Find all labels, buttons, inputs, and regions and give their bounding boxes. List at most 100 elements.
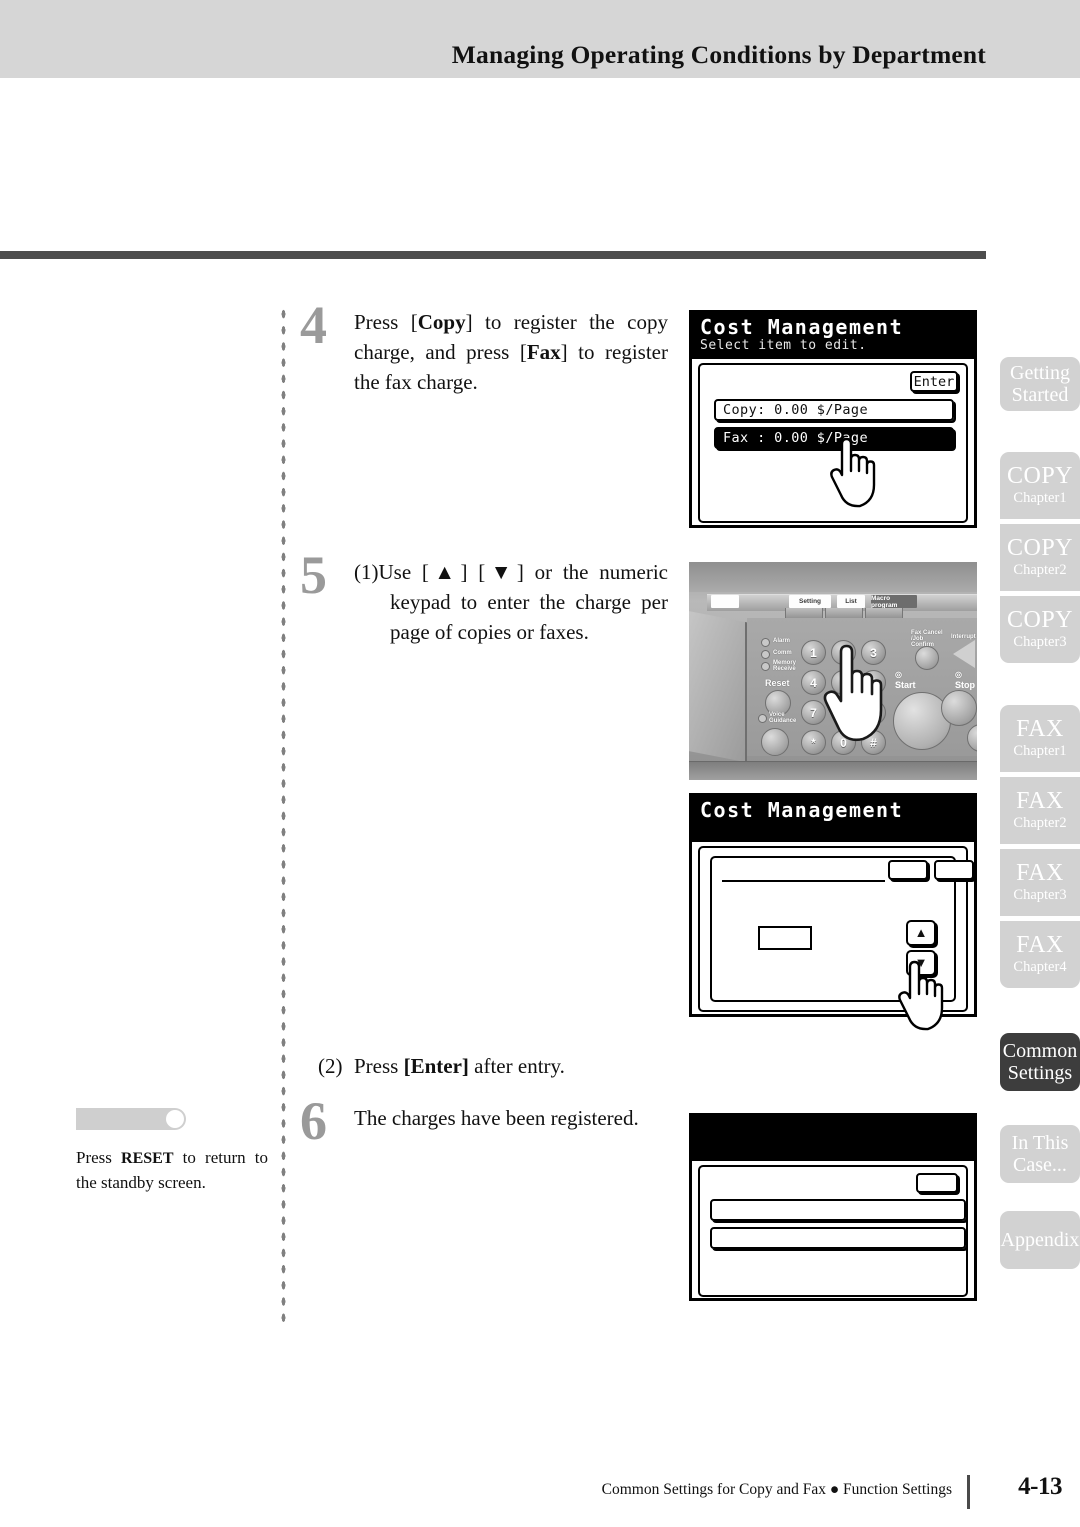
panel-softkey-setting[interactable]: Setting xyxy=(789,595,831,608)
step-4-run-0: Press [ xyxy=(354,310,418,334)
screen1-enter-button[interactable]: Enter xyxy=(910,371,958,392)
tab-fax-chapter2-line2: Chapter2 xyxy=(1013,815,1067,832)
step-5-number: 5 xyxy=(300,545,327,605)
panel-softkey-left-blank xyxy=(711,595,739,608)
screen2-underline xyxy=(722,880,885,882)
screen3-content-area xyxy=(698,1165,968,1297)
tab-in-this-case-line1: In This xyxy=(1011,1131,1069,1154)
panel-start-glyph-icon: ◎ xyxy=(895,670,902,679)
tab-common-settings-line1: Common xyxy=(1002,1039,1078,1062)
note-pill-icon xyxy=(76,1108,186,1130)
screen2-button-a[interactable] xyxy=(888,860,928,880)
page-title: Managing Operating Conditions by Departm… xyxy=(451,40,986,69)
footer-breadcrumb: Common Settings for Copy and Fax ● Funct… xyxy=(601,1481,952,1498)
tab-in-this-case-line2: Case... xyxy=(1013,1154,1067,1176)
step-5b-text: (2) Press [Enter] after entry. xyxy=(318,1054,565,1078)
step-5-substep-2: (2) Press [Enter] after entry. xyxy=(300,1052,668,1082)
hand-cursor-icon-arrows xyxy=(896,960,950,1032)
note-text: Press RESET to return to the standby scr… xyxy=(76,1146,268,1195)
tab-appendix-line1: Appendix xyxy=(1000,1228,1080,1251)
panel-led-alarm xyxy=(761,638,770,647)
tab-fax-chapter4[interactable]: FAX Chapter4 xyxy=(1000,921,1080,988)
step-5-body: Use [▲] [▼] or the numeric keypad to ent… xyxy=(378,560,669,644)
tab-fax-chapter4-line1: FAX xyxy=(1016,932,1064,959)
step-6-text: The charges have been registered. xyxy=(354,1106,639,1130)
step-4-text: Press [Copy] to register the copy charge… xyxy=(354,308,668,397)
tab-copy-chapter1[interactable]: COPY Chapter1 xyxy=(1000,452,1080,519)
step-6: 6 The charges have been registered. xyxy=(300,1094,668,1148)
panel-led-comm xyxy=(761,650,770,659)
tab-fax-chapter4-line2: Chapter4 xyxy=(1013,959,1067,976)
tab-fax-chapter3-line2: Chapter3 xyxy=(1013,887,1067,904)
panel-softkey-macro-program[interactable]: Macro program xyxy=(871,595,917,609)
panel-label-start: Start xyxy=(895,680,916,690)
panel-label-comm: Comm xyxy=(773,650,792,656)
hand-cursor-icon xyxy=(828,437,882,509)
screen1-subtitle: Select item to edit. xyxy=(700,338,867,354)
tab-fax-chapter2-line1: FAX xyxy=(1016,788,1064,815)
hand-cursor-icon-keypad xyxy=(821,644,891,749)
panel-stop-button[interactable] xyxy=(941,690,977,726)
step-5b-body: Press [Enter] after entry. xyxy=(354,1054,565,1078)
tab-fax-chapter1[interactable]: FAX Chapter1 xyxy=(1000,705,1080,772)
tab-in-this-case[interactable]: In This Case... xyxy=(1000,1125,1080,1183)
page-header: Managing Operating Conditions by Departm… xyxy=(0,0,1080,78)
panel-label-voice-guidance: Voice Guidance xyxy=(769,712,797,724)
step-4-key-copy: Copy xyxy=(417,310,466,334)
screen3-enter-button[interactable] xyxy=(916,1173,958,1193)
step-5-text: (1)Use [▲] [▼] or the numeric keypad to … xyxy=(354,558,668,647)
tab-copy-chapter3-line2: Chapter3 xyxy=(1013,634,1067,651)
screen2-button-b[interactable] xyxy=(934,860,974,880)
control-panel-photo: Setting List Macro program Alarm Comm Me… xyxy=(689,562,977,780)
panel-stop-glyph-icon: ◎ xyxy=(955,670,962,679)
screen2-title-bar: Cost Management xyxy=(692,796,974,842)
tab-copy-chapter3-line1: COPY xyxy=(1006,607,1074,634)
panel-label-stop: Stop xyxy=(955,680,975,690)
step-6-number: 6 xyxy=(300,1091,327,1151)
screen1-title: Cost Management xyxy=(700,315,904,339)
tab-common-settings[interactable]: Common Settings xyxy=(1000,1033,1080,1091)
panel-voice-guidance-button[interactable] xyxy=(761,728,789,756)
screen1-title-bar: Cost Management Select item to edit. xyxy=(692,313,974,359)
tab-fax-chapter1-line1: FAX xyxy=(1016,716,1064,743)
tab-copy-chapter2-line2: Chapter2 xyxy=(1013,562,1067,579)
screen3-row-1[interactable] xyxy=(710,1199,966,1221)
panel-base-edge xyxy=(689,761,977,780)
step-4-key-fax: Fax xyxy=(526,339,561,364)
tab-copy-chapter2[interactable]: COPY Chapter2 xyxy=(1000,524,1080,591)
tab-common-settings-line2: Settings xyxy=(1007,1062,1073,1084)
tab-copy-chapter3[interactable]: COPY Chapter3 xyxy=(1000,596,1080,663)
tab-fax-chapter2[interactable]: FAX Chapter2 xyxy=(1000,777,1080,844)
lcd-screen-cost-management-2: Cost Management ▲ ▼ xyxy=(689,793,977,1031)
panel-sidewall xyxy=(689,609,747,763)
screen3-row-2[interactable] xyxy=(710,1227,966,1249)
panel-led-voice-guidance xyxy=(758,714,767,723)
note-keyword: RESET xyxy=(121,1150,174,1167)
tab-fax-chapter3[interactable]: FAX Chapter3 xyxy=(1000,849,1080,916)
panel-softkey-list[interactable]: List xyxy=(837,595,865,608)
screen2-value-box[interactable] xyxy=(758,926,812,950)
panel-interrupt-indicator-icon xyxy=(953,640,975,668)
tab-copy-chapter2-line1: COPY xyxy=(1006,535,1074,562)
footer-divider xyxy=(967,1475,970,1509)
screen3-title-bar xyxy=(692,1116,974,1161)
step-5-marker: (1) xyxy=(354,560,379,584)
tab-copy-chapter1-line2: Chapter1 xyxy=(1013,490,1067,507)
tab-fax-chapter1-line2: Chapter1 xyxy=(1013,743,1067,760)
tab-copy-chapter1-line1: COPY xyxy=(1006,463,1074,490)
screen2-content-area: ▲ ▼ xyxy=(698,846,974,1031)
screen1-row-copy[interactable]: Copy: 0.00 $/Page xyxy=(714,399,954,421)
step-4-number: 4 xyxy=(300,295,327,355)
screen2-up-arrow-icon[interactable]: ▲ xyxy=(906,920,936,946)
tab-getting-started[interactable]: Getting Started xyxy=(1000,357,1080,411)
lcd-screen-registered xyxy=(689,1113,977,1301)
tab-appendix[interactable]: Appendix xyxy=(1000,1211,1080,1269)
panel-fax-cancel-button[interactable] xyxy=(915,646,939,670)
footer-page-number: 4-13 xyxy=(1018,1473,1062,1500)
tab-getting-started-line1: Getting xyxy=(1010,361,1070,384)
panel-label-alarm: Alarm xyxy=(773,638,791,644)
note-prefix: Press xyxy=(76,1148,122,1167)
screen2-title: Cost Management xyxy=(700,798,904,822)
side-note: Press RESET to return to the standby scr… xyxy=(76,1108,268,1195)
panel-deck xyxy=(689,562,977,592)
